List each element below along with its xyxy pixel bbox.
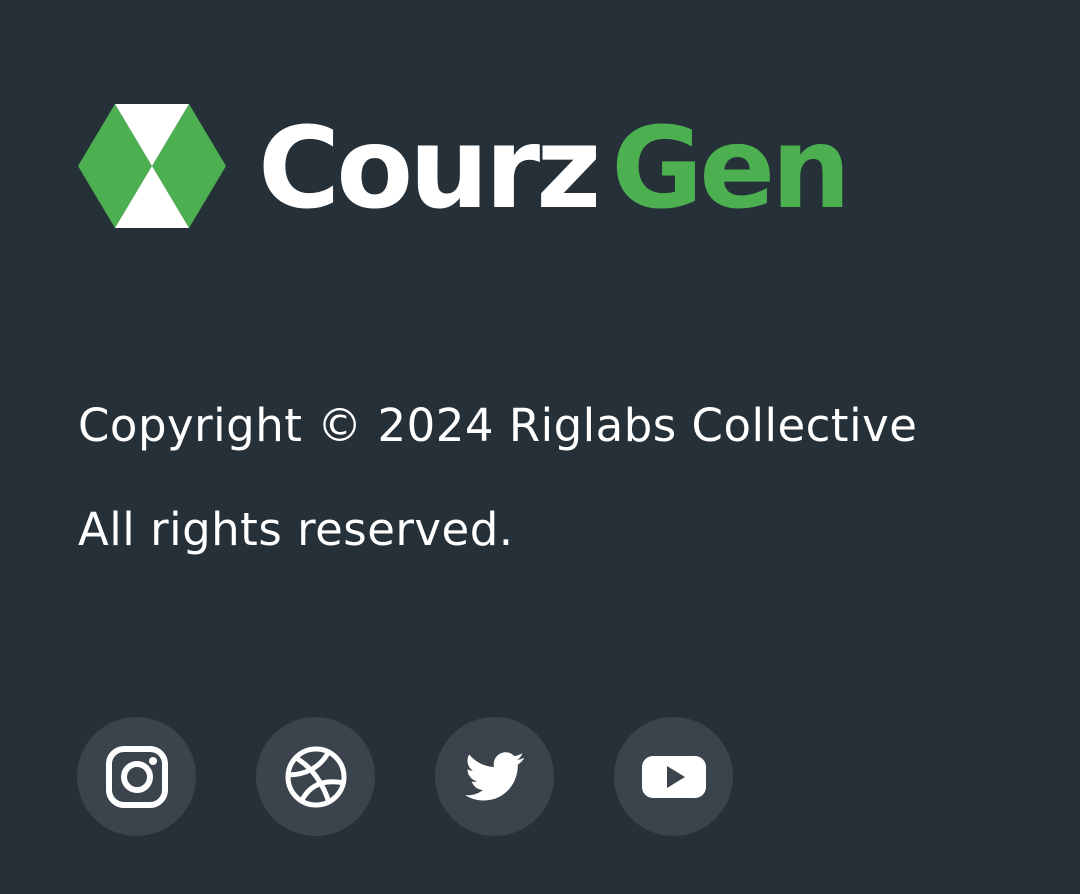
youtube-icon [641, 755, 706, 798]
brand-wordmark: Courz Gen [258, 104, 851, 234]
twitter-link[interactable] [435, 717, 554, 836]
brand-logo[interactable]: Courz Gen [78, 104, 851, 234]
brand-name-primary: Courz [258, 104, 601, 234]
instagram-icon [105, 745, 168, 808]
copyright-text: Copyright © 2024 Riglabs Collective [78, 399, 918, 452]
twitter-icon [464, 751, 524, 800]
social-links [77, 717, 733, 836]
dribbble-link[interactable] [256, 717, 375, 836]
site-footer: Courz Gen Copyright © 2024 Riglabs Colle… [0, 0, 1080, 894]
hexagon-triangles-logo-icon [78, 104, 226, 228]
rights-reserved-text: All rights reserved. [78, 503, 514, 556]
brand-name-accent: Gen [611, 104, 851, 234]
dribbble-icon [285, 746, 346, 807]
instagram-link[interactable] [77, 717, 196, 836]
youtube-link[interactable] [614, 717, 733, 836]
